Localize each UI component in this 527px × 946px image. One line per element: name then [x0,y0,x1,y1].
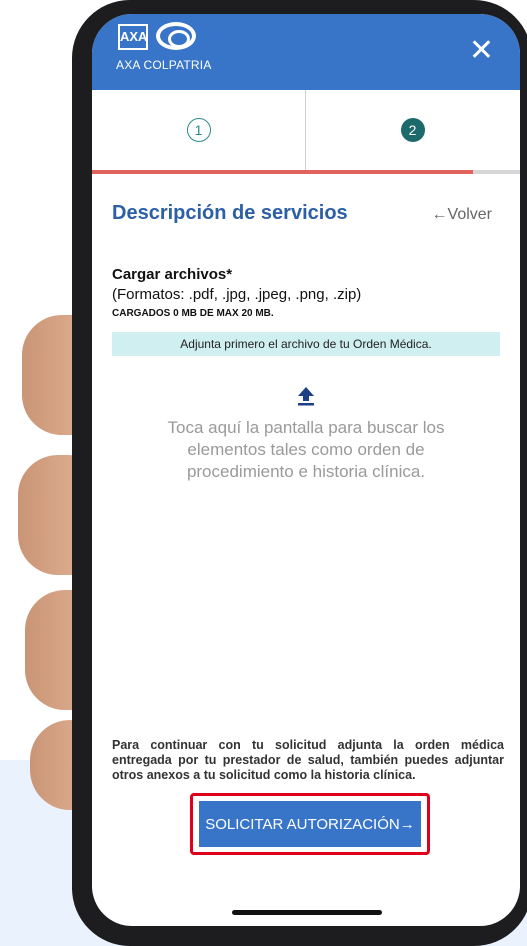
page-title: Descripción de servicios [112,202,348,224]
upload-title: Cargar archivos* [112,266,233,283]
progress-fill [92,170,473,174]
brand-name: AXA COLPATRIA [116,58,212,72]
stepper: 1 2 [92,90,520,170]
upload-icon [298,387,314,406]
upload-formats: (Formatos: .pdf, .jpg, .jpeg, .png, .zip… [112,286,362,303]
back-link[interactable]: ←Volver [432,206,492,224]
home-indicator[interactable] [232,910,382,915]
upload-notice: Adjunta primero el archivo de tu Orden M… [112,332,500,356]
step-number: 1 [186,118,211,142]
close-icon[interactable]: ✕ [469,36,494,66]
drop-zone-text: Toca aquí la pantalla para buscar los el… [167,418,445,481]
upload-size-status: CARGADOS 0 MB DE MAX 20 MB. [112,308,274,319]
colpatria-logo-icon [156,22,196,50]
request-authorization-button[interactable]: SOLICITAR AUTORIZACIÓN→ [199,801,421,847]
app-header: AXA AXA COLPATRIA ✕ [92,14,520,90]
step-2[interactable]: 2 [306,90,519,170]
step-1[interactable]: 1 [92,90,306,170]
step-number: 2 [400,118,425,142]
file-drop-zone[interactable]: Toca aquí la pantalla para buscar los el… [132,386,480,506]
progress-bar [92,170,520,174]
axa-logo-icon: AXA [118,24,148,50]
phone-screen: AXA AXA COLPATRIA ✕ 1 2 Descripción de s… [92,14,520,926]
info-text: Para continuar con tu solicitud adjunta … [112,738,504,782]
